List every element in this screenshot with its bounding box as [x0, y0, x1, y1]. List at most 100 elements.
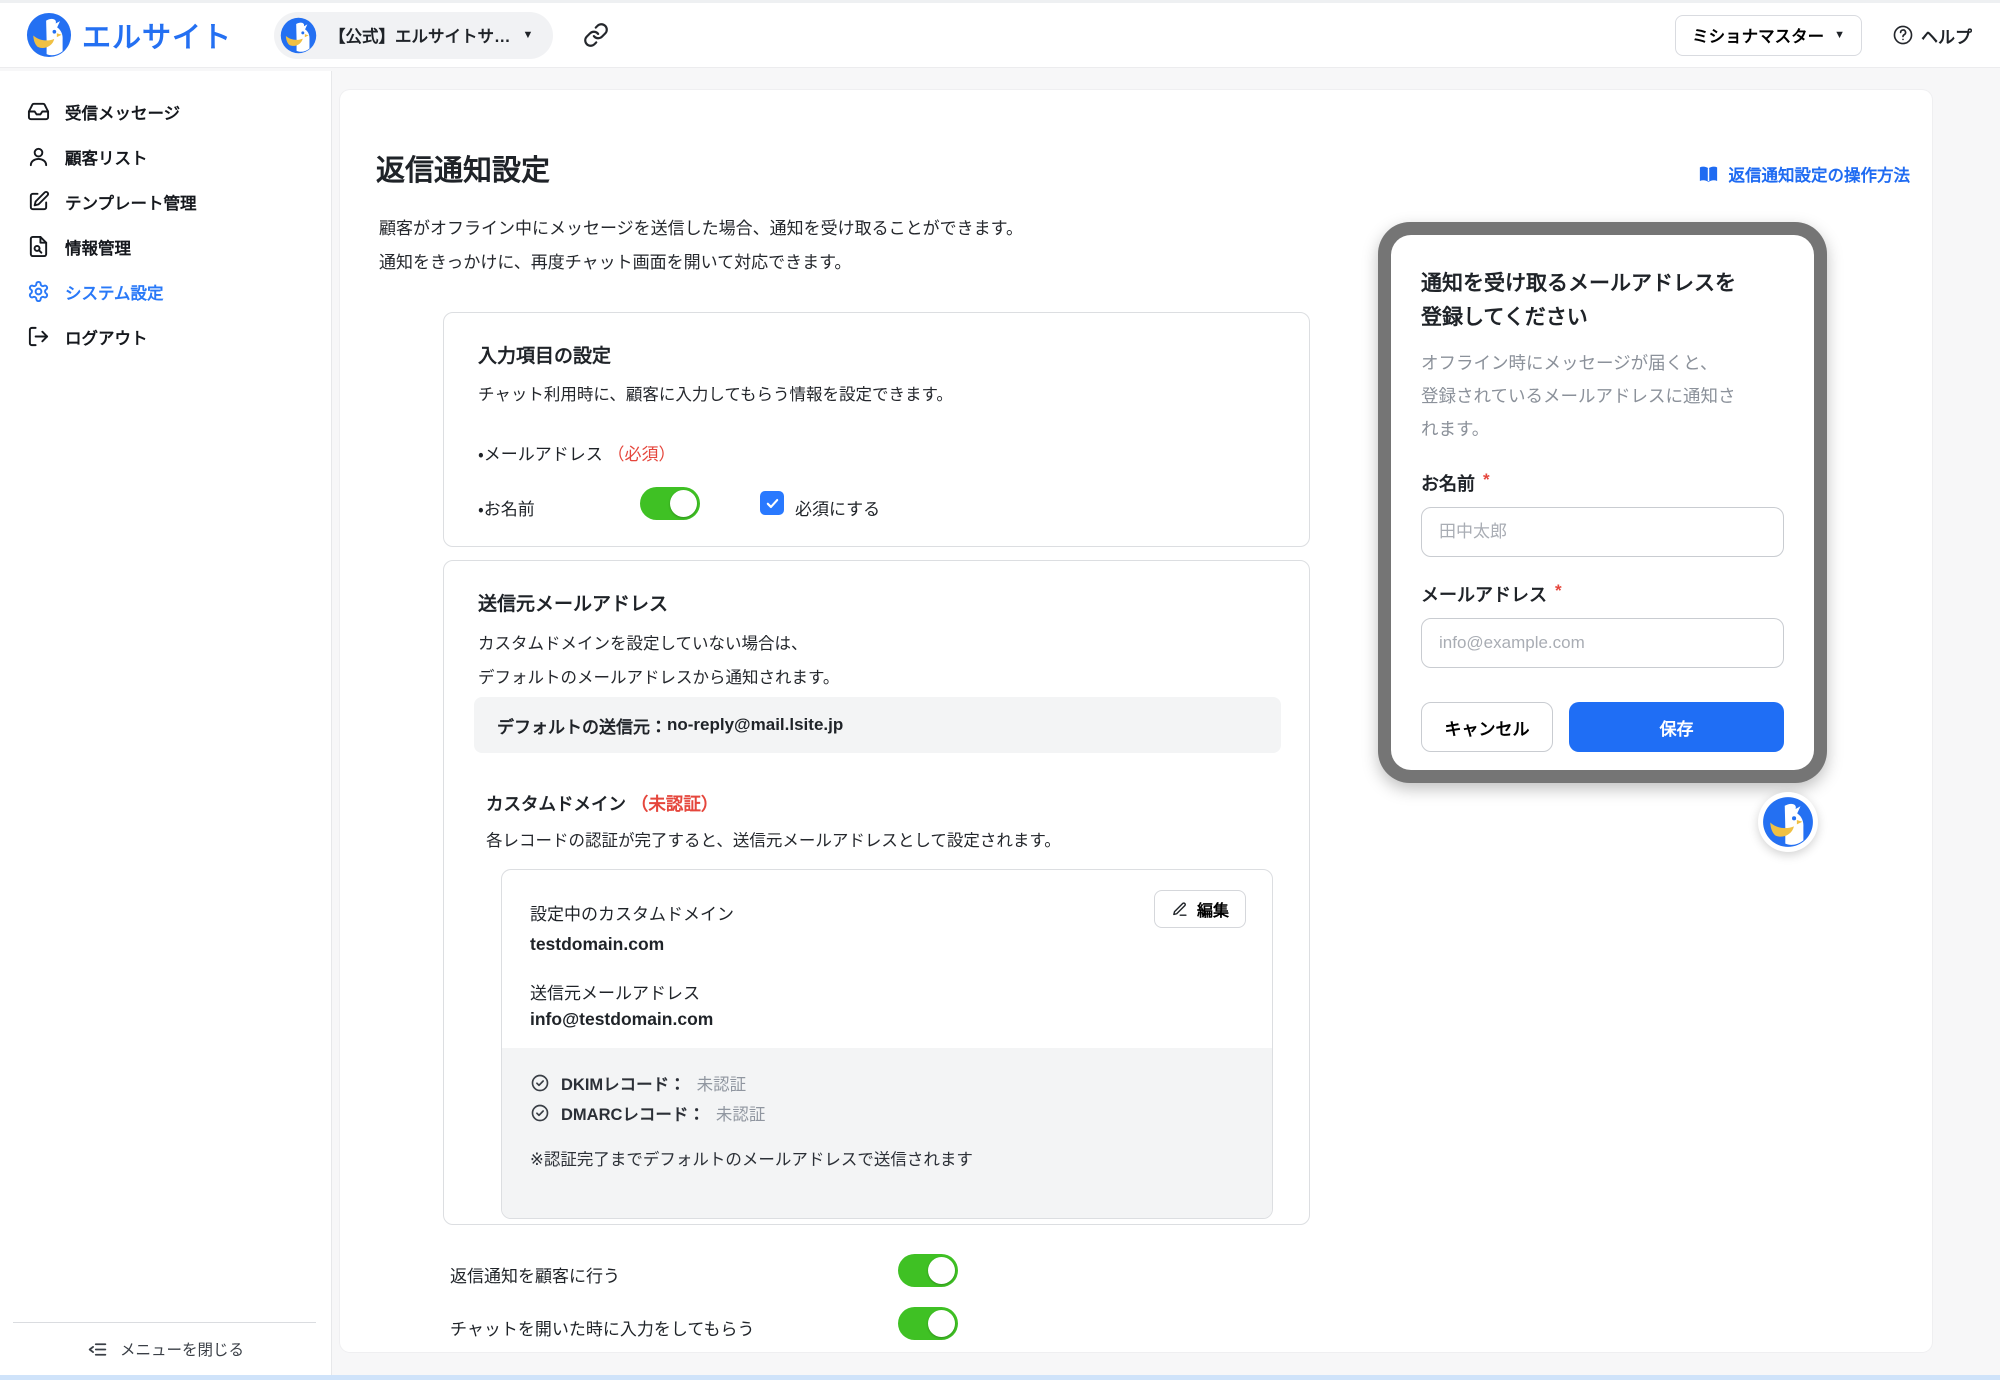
sidebar-item-label: 情報管理	[65, 235, 131, 259]
page-description-line: 通知をきっかけに、再度チャット画面を開いて対応できます。	[379, 246, 1023, 280]
save-button[interactable]: 保存	[1569, 702, 1784, 752]
input-items-description: チャット利用時に、顧客に入力してもらう情報を設定できます。	[478, 381, 953, 405]
name-item-label: ・お名前	[478, 495, 535, 520]
edit-square-icon	[27, 190, 50, 213]
chevron-down-icon: ▼	[523, 29, 534, 41]
page-description: 顧客がオフライン中にメッセージを送信した場合、通知を受け取ることができます。 通…	[379, 212, 1023, 280]
preview-description-line: れます。	[1421, 413, 1784, 446]
link-icon	[583, 22, 609, 48]
copy-link-button[interactable]	[579, 18, 613, 52]
dkim-record-status: 未認証	[697, 1071, 747, 1095]
pencil-icon	[1171, 901, 1188, 918]
sender-card-title: 送信元メールアドレス	[478, 589, 668, 616]
sender-address-card: 送信元メールアドレス カスタムドメインを設定していない場合は、 デフォルトのメー…	[443, 560, 1310, 1225]
email-required-row: ・メールアドレス （必須）	[478, 440, 676, 465]
dmarc-record-row: DMARCレコード： 未認証	[530, 1098, 1244, 1128]
check-icon	[765, 496, 780, 511]
document-search-icon	[27, 235, 50, 258]
preview-description-line: 登録されているメールアドレスに通知さ	[1421, 380, 1784, 413]
sender-card-description-line: デフォルトのメールアドレスから通知されます。	[478, 661, 839, 695]
app-window: エルサイト 【公式】エルサイトサ… ▼ ミショナマスター ▼	[0, 0, 2000, 1380]
user-icon	[27, 145, 50, 168]
preview-email-input[interactable]	[1421, 618, 1784, 668]
page-title: 返信通知設定	[376, 147, 550, 189]
operation-guide-label: 返信通知設定の操作方法	[1729, 162, 1911, 186]
operation-guide-link[interactable]: 返信通知設定の操作方法	[1697, 162, 1911, 186]
preview-title-line: 通知を受け取るメールアドレスを	[1421, 267, 1784, 301]
user-menu-label: ミショナマスター	[1692, 23, 1824, 47]
default-sender-label: デフォルトの送信元：	[497, 713, 667, 738]
default-sender-email: no-reply@mail.lsite.jp	[667, 715, 843, 735]
help-label: ヘルプ	[1921, 23, 1972, 48]
chat-launcher-logo-icon	[1762, 796, 1814, 848]
email-required-note: （必須）	[608, 445, 676, 464]
preview-buttons: キャンセル 保存	[1421, 702, 1784, 752]
user-menu-button[interactable]: ミショナマスター ▼	[1675, 15, 1862, 56]
email-item-label: ・メールアドレス	[478, 445, 603, 464]
chat-open-input-toggle-label: チャットを開いた時に入力をしてもらう	[450, 1315, 754, 1340]
sidebar-item-label: 受信メッセージ	[65, 100, 180, 124]
check-circle-icon	[530, 1103, 550, 1123]
sender-card-description: カスタムドメインを設定していない場合は、 デフォルトのメールアドレスから通知され…	[478, 627, 839, 695]
sidebar-nav: 受信メッセージ 顧客リスト テンプレート管理	[0, 71, 331, 359]
sidebar-item-label: システム設定	[65, 280, 164, 304]
sender-email-value: info@testdomain.com	[530, 1009, 713, 1030]
configured-domain-label: 設定中のカスタムドメイン	[530, 900, 734, 925]
account-selector-label: 【公式】エルサイトサ…	[329, 23, 511, 47]
collapse-menu-label: メニューを閉じる	[120, 1338, 244, 1360]
sidebar: 受信メッセージ 顧客リスト テンプレート管理	[0, 71, 332, 1380]
sidebar-item-template-management[interactable]: テンプレート管理	[0, 179, 331, 224]
default-sender-box: デフォルトの送信元： no-reply@mail.lsite.jp	[474, 697, 1281, 753]
dkim-record-label: DKIMレコード：	[561, 1071, 686, 1095]
edit-domain-button[interactable]: 編集	[1154, 890, 1246, 928]
help-button[interactable]: ヘルプ	[1892, 23, 1972, 48]
custom-domain-status: （未認証）	[631, 794, 719, 814]
sidebar-item-label: テンプレート管理	[65, 190, 197, 214]
preview-email-label-row: メールアドレス *	[1421, 581, 1784, 607]
sidebar-item-label: ログアウト	[65, 325, 148, 349]
preview-email-label: メールアドレス	[1421, 581, 1547, 607]
sidebar-item-information-management[interactable]: 情報管理	[0, 224, 331, 269]
notification-preview-panel: 通知を受け取るメールアドレスを 登録してください オフライン時にメッセージが届く…	[1378, 222, 1827, 783]
sidebar-footer: メニューを閉じる	[0, 1322, 331, 1380]
reply-notification-toggle[interactable]	[898, 1254, 958, 1287]
sidebar-item-received-messages[interactable]: 受信メッセージ	[0, 89, 331, 134]
brand: エルサイト	[26, 12, 232, 58]
record-status-section: DKIMレコード： 未認証 DMARCレコード： 未認証 ※認証完了までデフォル…	[502, 1048, 1272, 1218]
required-asterisk: *	[1483, 470, 1490, 496]
dkim-record-row: DKIMレコード： 未認証	[530, 1068, 1244, 1098]
sender-email-label: 送信元メールアドレス	[530, 979, 700, 1004]
page-description-line: 顧客がオフライン中にメッセージを送信した場合、通知を受け取ることができます。	[379, 212, 1023, 246]
preview-description-line: オフライン時にメッセージが届くと、	[1421, 347, 1784, 380]
edit-button-label: 編集	[1197, 897, 1229, 921]
logout-icon	[27, 325, 50, 348]
configured-domain-value: testdomain.com	[530, 934, 664, 955]
required-checkbox-label: 必須にする	[795, 495, 880, 520]
preview-name-label-row: お名前 *	[1421, 470, 1784, 496]
input-items-card: 入力項目の設定 チャット利用時に、顧客に入力してもらう情報を設定できます。 ・メ…	[443, 312, 1310, 547]
required-asterisk: *	[1555, 581, 1562, 607]
sidebar-item-logout[interactable]: ログアウト	[0, 314, 331, 359]
dmarc-record-status: 未認証	[716, 1101, 766, 1125]
cancel-button[interactable]: キャンセル	[1421, 702, 1553, 752]
gear-icon	[27, 280, 50, 303]
account-selector[interactable]: 【公式】エルサイトサ… ▼	[274, 12, 553, 59]
name-field-toggle[interactable]	[640, 487, 700, 520]
preview-name-input[interactable]	[1421, 507, 1784, 557]
collapse-menu-icon	[87, 1339, 108, 1360]
required-checkbox[interactable]	[760, 491, 784, 515]
sidebar-item-system-settings[interactable]: システム設定	[0, 269, 331, 314]
chat-launcher-button[interactable]	[1758, 792, 1818, 852]
sidebar-item-customer-list[interactable]: 顧客リスト	[0, 134, 331, 179]
collapse-menu-button[interactable]: メニューを閉じる	[0, 1338, 331, 1360]
custom-domain-description: 各レコードの認証が完了すると、送信元メールアドレスとして設定されます。	[486, 827, 1061, 851]
brand-name: エルサイト	[82, 14, 232, 56]
custom-domain-detail-card: 設定中のカスタムドメイン 編集 testdomain.com 送信元メールアドレ…	[501, 869, 1273, 1219]
header-right: ミショナマスター ▼ ヘルプ	[1675, 15, 1972, 56]
inbox-icon	[27, 100, 50, 123]
brand-logo-icon	[26, 12, 72, 58]
preview-description: オフライン時にメッセージが届くと、 登録されているメールアドレスに通知さ れます…	[1421, 347, 1784, 446]
chevron-down-icon: ▼	[1834, 29, 1845, 41]
check-circle-icon	[530, 1073, 550, 1093]
chat-open-input-toggle[interactable]	[898, 1307, 958, 1340]
